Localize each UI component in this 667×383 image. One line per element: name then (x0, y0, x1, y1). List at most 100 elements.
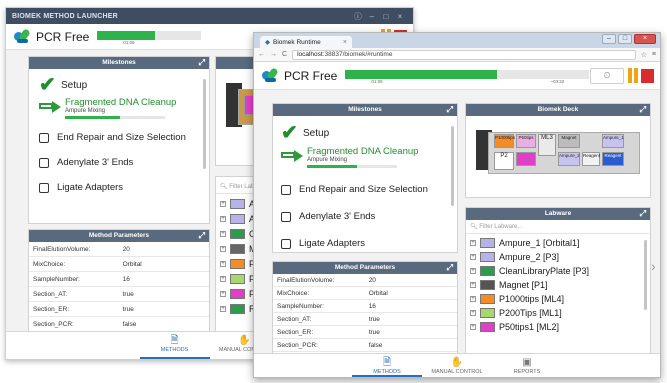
expand-icon[interactable]: ⤢ (199, 230, 205, 242)
param-value: Orbital (368, 289, 388, 297)
param-row: SampleNumber: 16 (29, 272, 209, 287)
minimize-button[interactable]: – (602, 34, 616, 44)
expand-plus-icon[interactable]: + (470, 240, 476, 246)
maximize-button[interactable]: □ (618, 34, 632, 44)
scrollbar[interactable] (203, 79, 206, 169)
param-key: FinalElutionVolume: (33, 245, 91, 253)
window-controls: – □ × (602, 34, 656, 44)
checkmark-icon: ✔ (39, 74, 56, 96)
substep-label: Ampure Mixing (65, 108, 106, 114)
nav-label: METHODS (160, 347, 189, 353)
expand-icon[interactable]: ⤢ (447, 262, 453, 274)
deck-slot-p50tips: P50tips (516, 134, 536, 148)
checkbox-icon (39, 182, 49, 193)
milestone-done: ✔ Setup (281, 122, 449, 144)
progress-time-end: ~03:22 (550, 78, 565, 84)
menu-icon[interactable]: ≡ (652, 51, 656, 58)
expand-plus-icon[interactable]: + (220, 230, 226, 237)
labware-item[interactable]: + P50tips1 [ML2] (470, 320, 646, 334)
address-bar[interactable]: localhost:38837/biomek/#runtime (292, 49, 636, 60)
param-row: Section_ER: true (273, 326, 457, 339)
expand-plus-icon[interactable]: + (220, 290, 226, 297)
nav-item-methods[interactable]: 🗎 METHODS (139, 332, 210, 359)
labware-item[interactable]: + Ampure_2 [P3] (470, 250, 646, 264)
substep-progress (307, 165, 397, 168)
expand-plus-icon[interactable]: + (220, 260, 226, 267)
bookmark-star-icon[interactable]: ☆ (641, 51, 647, 59)
expand-plus-icon[interactable]: + (470, 254, 476, 260)
labware-swatch-icon (230, 288, 245, 299)
scrollbar[interactable] (644, 240, 647, 310)
expand-plus-icon[interactable]: + (220, 215, 226, 222)
labware-swatch-icon (230, 258, 245, 269)
checkbox-icon (281, 238, 291, 249)
labware-filter-input[interactable]: 🔍︎ Filter Labware... (466, 220, 650, 234)
labware-swatch-icon (480, 266, 495, 276)
expand-icon[interactable]: ⤢ (640, 104, 646, 116)
deck-slot-magnet: Magnet (558, 134, 580, 148)
maximize-button[interactable]: □ (379, 12, 393, 21)
reload-icon[interactable]: C (282, 51, 287, 58)
stop-button[interactable] (641, 68, 654, 83)
expand-plus-icon[interactable]: + (470, 324, 476, 330)
bottom-nav: 🗎 METHODS ✋ MANUAL CONTROL ▣ REPORTS (254, 353, 660, 377)
checkbox-icon (281, 211, 291, 222)
param-key: SampleNumber: (33, 275, 80, 283)
labware-panel: Labware ⤢ 🔍︎ Filter Labware... + Ampure_1… (465, 207, 651, 355)
labware-item[interactable]: + Magnet [P1] (470, 278, 646, 292)
milestone-label: Setup (303, 127, 330, 139)
help-icon[interactable]: ⓘ (351, 11, 365, 22)
param-row: SampleNumber: 16 (273, 300, 457, 313)
close-button[interactable]: × (634, 34, 656, 44)
nav-icon: 🗎 (170, 335, 179, 346)
deck-slot-ampure1: Ampure_1 (602, 134, 624, 148)
labware-item[interactable]: + P200Tips [ML1] (470, 306, 646, 320)
param-key: Section_AT: (277, 315, 312, 323)
expand-plus-icon[interactable]: + (470, 268, 476, 274)
milestone-label: Adenylate 3' Ends (57, 157, 134, 168)
expand-plus-icon[interactable]: + (220, 275, 226, 282)
milestone-pending: Ligate Adapters (281, 230, 449, 251)
labware-label: CleanLibraryPlate [P3] (499, 266, 590, 276)
panel-header: Labware ⤢ (466, 208, 650, 220)
nav-item-manual-control[interactable]: ✋ MANUAL CONTROL (422, 354, 492, 377)
parameters-panel: Method Parameters ⤢ FinalElutionVolume: 2… (28, 229, 210, 335)
expand-plus-icon[interactable]: + (220, 245, 226, 252)
nav-item-reports[interactable]: ▣ REPORTS (492, 354, 562, 377)
browser-tab[interactable]: ◆ Biomek Runtime × (260, 36, 352, 48)
expand-icon[interactable]: ⤢ (640, 208, 646, 220)
labware-item[interactable]: + P1000tips [ML4] (470, 292, 646, 306)
expand-icon[interactable]: ⤢ (199, 57, 205, 69)
browser-tabstrip: ◆ Biomek Runtime × – □ × (254, 33, 660, 48)
checkbox-icon (281, 184, 291, 195)
labware-item[interactable]: + Ampure_1 [Orbital1] (470, 236, 646, 250)
labware-swatch-icon (480, 294, 495, 304)
nav-label: METHODS (373, 369, 401, 375)
milestone-label: Ligate Adapters (299, 238, 366, 249)
chevron-right-icon[interactable]: › (651, 259, 660, 273)
expand-icon[interactable]: ⤢ (447, 104, 453, 116)
pause-button[interactable] (628, 68, 638, 83)
param-row: Section_PCR: false (29, 317, 209, 332)
param-row: Section_AT: true (273, 313, 457, 326)
timer-button[interactable]: ⏲ (590, 67, 624, 84)
labware-item[interactable]: + CleanLibraryPlate [P3] (470, 264, 646, 278)
milestone-label: Fragmented DNA Cleanup (307, 146, 419, 157)
expand-plus-icon[interactable]: + (470, 310, 476, 316)
forward-arrow-icon[interactable]: → (270, 51, 277, 58)
close-tab-icon[interactable]: × (343, 39, 347, 46)
close-button[interactable]: × (393, 12, 407, 21)
nav-item-methods[interactable]: 🗎 METHODS (352, 354, 422, 377)
expand-plus-icon[interactable]: + (470, 282, 476, 288)
expand-plus-icon[interactable]: + (220, 200, 226, 207)
expand-plus-icon[interactable]: + (220, 305, 226, 312)
param-row: Section_AT: true (29, 287, 209, 302)
back-arrow-icon[interactable]: ← (258, 51, 265, 58)
expand-plus-icon[interactable]: + (470, 296, 476, 302)
substep-label: Ampure Mixing (307, 157, 348, 163)
minimize-button[interactable]: – (365, 12, 379, 21)
param-key: FinalElutionVolume: (277, 276, 335, 284)
scrollbar[interactable] (451, 126, 454, 206)
milestone-pending: Adenylate 3' Ends (39, 150, 199, 175)
param-value: true (122, 305, 134, 313)
